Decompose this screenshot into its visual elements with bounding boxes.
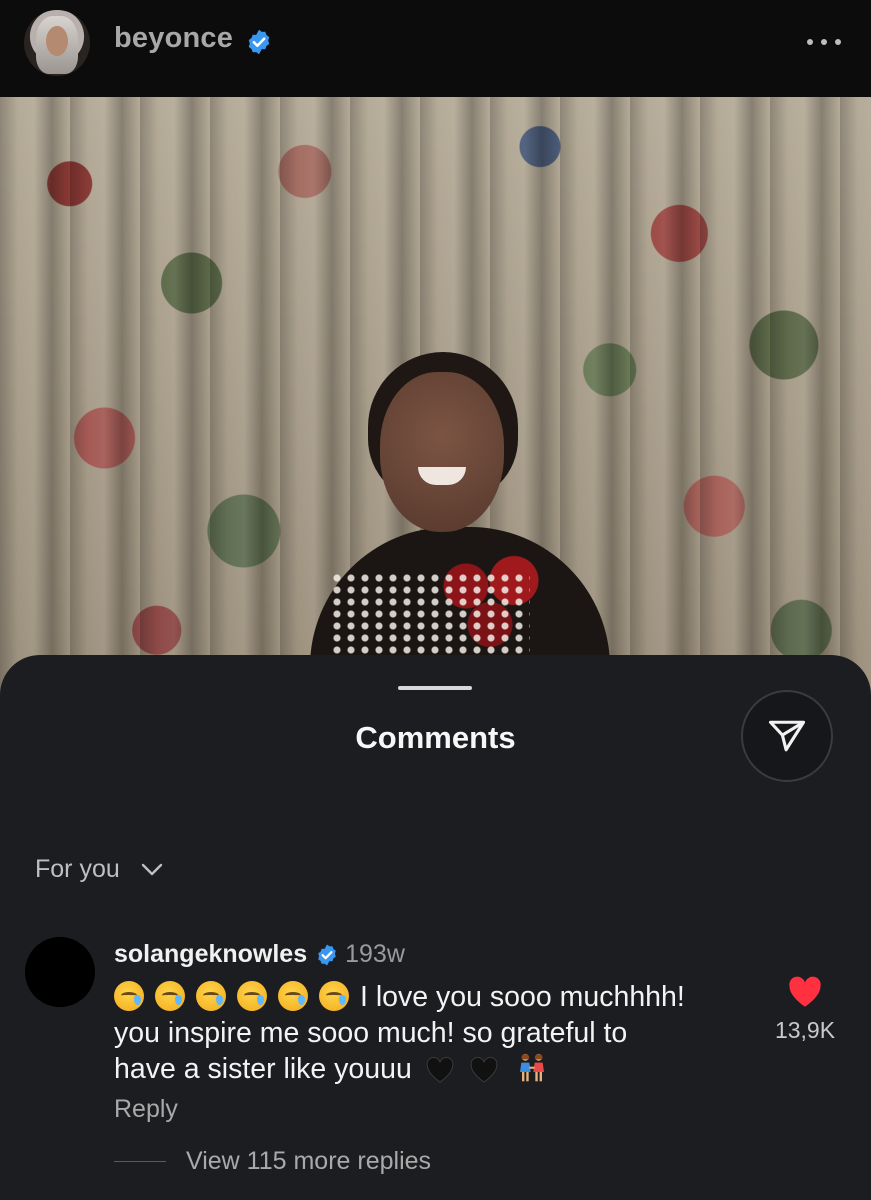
heart-filled-icon[interactable] bbox=[786, 975, 824, 1009]
instagram-post-screen: beyonce Comments For you solangeknowles … bbox=[0, 0, 871, 1200]
crying-face-icon bbox=[114, 981, 144, 1011]
paper-plane-icon bbox=[768, 720, 806, 752]
comment-avatar[interactable] bbox=[25, 937, 95, 1007]
post-photo[interactable] bbox=[0, 97, 871, 717]
crying-face-icon bbox=[319, 981, 349, 1011]
comment-filter-dropdown[interactable]: For you bbox=[35, 855, 164, 884]
more-options-icon[interactable] bbox=[807, 30, 841, 54]
view-replies-label: View 115 more replies bbox=[186, 1147, 432, 1175]
profile-avatar[interactable] bbox=[24, 10, 90, 76]
comment-text-line1: I love you sooo muchhhh! bbox=[360, 981, 685, 1013]
black-heart-icon bbox=[470, 1056, 498, 1083]
comment-header: solangeknowles 193w bbox=[114, 940, 405, 969]
post-username[interactable]: beyonce bbox=[114, 22, 233, 55]
comment-text-line3: have a sister like youuu bbox=[114, 1053, 412, 1085]
comment-text: I love you sooo muchhhh! you inspire me … bbox=[114, 979, 754, 1087]
share-button[interactable] bbox=[741, 690, 833, 782]
crying-face-icon bbox=[155, 981, 185, 1011]
comment-like: 13,9K bbox=[760, 975, 850, 1044]
black-heart-icon bbox=[426, 1056, 454, 1083]
crying-face-icon bbox=[196, 981, 226, 1011]
comments-sheet: Comments For you solangeknowles 193w I l… bbox=[0, 655, 871, 1200]
verified-badge-icon bbox=[318, 944, 336, 965]
replies-divider bbox=[114, 1161, 166, 1162]
comment-text-line2: you inspire me sooo much! so grateful to bbox=[114, 1017, 628, 1049]
comment-timestamp: 193w bbox=[345, 940, 405, 968]
chevron-down-icon bbox=[141, 863, 162, 875]
view-replies-button[interactable]: View 115 more replies bbox=[114, 1147, 431, 1176]
two-women-holding-hands-icon bbox=[519, 1053, 544, 1082]
post-header: beyonce bbox=[0, 0, 871, 97]
crying-face-icon bbox=[237, 981, 267, 1011]
comment-item: solangeknowles 193w I love you sooo much… bbox=[0, 935, 871, 1195]
reply-button[interactable]: Reply bbox=[114, 1095, 178, 1124]
like-count: 13,9K bbox=[774, 1017, 836, 1043]
crying-face-icon bbox=[278, 981, 308, 1011]
comment-username[interactable]: solangeknowles bbox=[114, 940, 307, 969]
filter-label: For you bbox=[35, 855, 120, 883]
sheet-grabber-handle[interactable] bbox=[398, 686, 472, 690]
verified-badge-icon bbox=[248, 29, 270, 55]
